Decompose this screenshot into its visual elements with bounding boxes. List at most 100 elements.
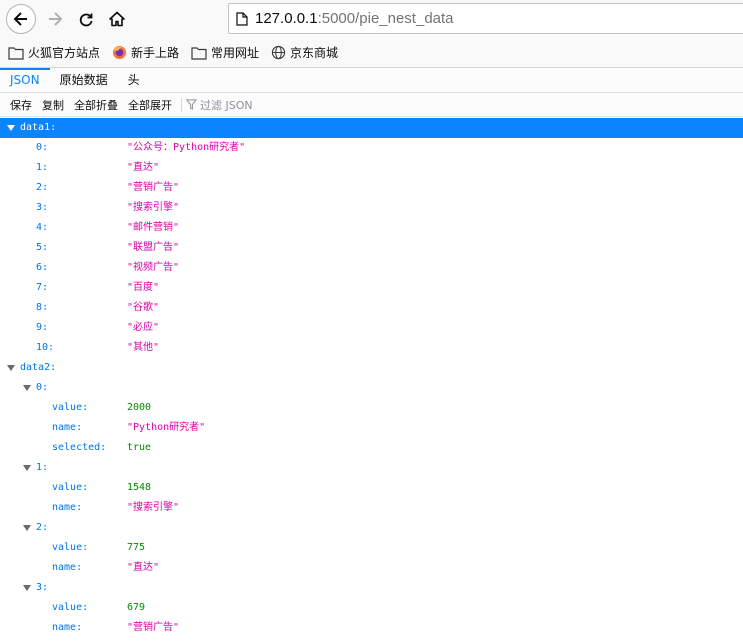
tree-row[interactable]: name: "Python研究者"	[0, 418, 743, 438]
folder-icon	[8, 46, 24, 60]
collapse-arrow-icon[interactable]	[7, 365, 15, 371]
tree-row[interactable]: name: "直达"	[0, 558, 743, 578]
tree-key: 0:	[36, 142, 49, 153]
tab-headers[interactable]: 头	[118, 68, 150, 93]
back-button[interactable]	[6, 4, 36, 34]
tree-row[interactable]: name: "营销广告"	[0, 618, 743, 638]
tree-key: 2:	[36, 182, 49, 193]
tree-row[interactable]: value: 1548	[0, 478, 743, 498]
tree-value: 1548	[127, 482, 152, 493]
tree-row[interactable]: 0:	[0, 378, 743, 398]
bookmark-label: 京东商城	[290, 46, 339, 60]
page-info-icon[interactable]	[229, 4, 255, 33]
tree-value: "必应"	[127, 322, 160, 333]
collapse-arrow-icon[interactable]	[23, 585, 31, 591]
firefox-icon	[112, 45, 127, 60]
url-path: :5000/pie_nest_data	[317, 10, 454, 27]
tree-row-data1[interactable]: data1:	[0, 118, 743, 138]
tree-row[interactable]: 4: "邮件营销"	[0, 218, 743, 238]
tree-row[interactable]: 0: "公众号：Python研究者"	[0, 138, 743, 158]
tree-key: value:	[52, 402, 89, 413]
bookmark-label: 常用网址	[211, 46, 260, 60]
tab-json[interactable]: JSON	[0, 68, 50, 93]
filter-placeholder: 过滤 JSON	[200, 98, 253, 112]
bookmark-getting-started[interactable]: 新手上路	[112, 44, 179, 61]
tree-key: 4:	[36, 222, 49, 233]
tree-row[interactable]: 5: "联盟广告"	[0, 238, 743, 258]
collapse-arrow-icon[interactable]	[23, 525, 31, 531]
home-icon	[109, 11, 125, 27]
tree-value: true	[127, 442, 152, 453]
forward-button[interactable]	[40, 4, 70, 34]
tree-row[interactable]: selected: true	[0, 438, 743, 458]
tree-value: "搜索引擎"	[127, 202, 180, 213]
tree-row[interactable]: 9: "必应"	[0, 318, 743, 338]
tree-key: 10:	[36, 342, 55, 353]
tree-value: "直达"	[127, 162, 160, 173]
tree-row[interactable]: 2:	[0, 518, 743, 538]
copy-button[interactable]: 复制	[37, 97, 69, 113]
tree-value: "邮件营销"	[127, 222, 180, 233]
tree-row[interactable]: 6: "视频广告"	[0, 258, 743, 278]
home-button[interactable]	[102, 4, 132, 34]
collapse-arrow-icon[interactable]	[7, 125, 15, 131]
collapse-all-button[interactable]: 全部折叠	[69, 97, 123, 113]
globe-icon	[271, 45, 286, 60]
tree-row[interactable]: 1:	[0, 458, 743, 478]
arrow-right-icon	[49, 12, 63, 26]
url-text[interactable]: 127.0.0.1:5000/pie_nest_data	[255, 10, 454, 27]
tree-value: "营销广告"	[127, 622, 180, 633]
tree-key: value:	[52, 542, 89, 553]
bookmark-label: 新手上路	[131, 46, 180, 60]
tree-row[interactable]: 8: "谷歌"	[0, 298, 743, 318]
tree-row[interactable]: 10: "其他"	[0, 338, 743, 358]
tree-value: 679	[127, 602, 146, 613]
tree-value: "谷歌"	[127, 302, 160, 313]
tree-value: 2000	[127, 402, 152, 413]
tree-key: 3:	[36, 202, 49, 213]
reload-button[interactable]	[71, 4, 101, 34]
tree-row[interactable]: value: 679	[0, 598, 743, 618]
tree-key: 5:	[36, 242, 49, 253]
tree-row[interactable]: 3:	[0, 578, 743, 598]
url-bar[interactable]: 127.0.0.1:5000/pie_nest_data	[228, 3, 743, 34]
tree-key: data1:	[20, 122, 57, 133]
tree-key: 1:	[36, 162, 49, 173]
bookmark-common-sites[interactable]: 常用网址	[191, 44, 259, 61]
tree-value: "公众号：Python研究者"	[127, 142, 246, 153]
tree-value: "Python研究者"	[127, 422, 206, 433]
arrow-left-icon	[13, 12, 27, 26]
tree-row[interactable]: 7: "百度"	[0, 278, 743, 298]
tree-value: "百度"	[127, 282, 160, 293]
bookmark-jd[interactable]: 京东商城	[271, 44, 338, 61]
reload-icon	[79, 13, 93, 27]
tree-row[interactable]: 2: "营销广告"	[0, 178, 743, 198]
tree-value: "其他"	[127, 342, 160, 353]
tree-row-data2[interactable]: data2:	[0, 358, 743, 378]
json-viewer-tabs: JSON 原始数据 头	[0, 68, 743, 93]
tree-key: 9:	[36, 322, 49, 333]
tab-raw-data[interactable]: 原始数据	[50, 68, 118, 93]
tree-key: value:	[52, 602, 89, 613]
tree-key: name:	[52, 422, 83, 433]
tree-key: name:	[52, 502, 83, 513]
tree-row[interactable]: 1: "直达"	[0, 158, 743, 178]
tree-key: value:	[52, 482, 89, 493]
tree-value: "营销广告"	[127, 182, 180, 193]
expand-all-button[interactable]: 全部展开	[123, 97, 177, 113]
tree-key: name:	[52, 622, 83, 633]
bookmark-firefox-official[interactable]: 火狐官方站点	[8, 44, 100, 61]
save-button[interactable]: 保存	[5, 97, 37, 113]
collapse-arrow-icon[interactable]	[23, 385, 31, 391]
tree-row[interactable]: value: 2000	[0, 398, 743, 418]
tree-row[interactable]: 3: "搜索引擎"	[0, 198, 743, 218]
tree-row[interactable]: name: "搜索引擎"	[0, 498, 743, 518]
tree-key: selected:	[52, 442, 107, 453]
filter-json-input[interactable]: 过滤 JSON	[186, 97, 253, 113]
tree-row[interactable]: value: 775	[0, 538, 743, 558]
collapse-arrow-icon[interactable]	[23, 465, 31, 471]
folder-icon	[191, 46, 207, 60]
url-host: 127.0.0.1	[255, 10, 318, 27]
tree-value: "直达"	[127, 562, 160, 573]
tree-value: "视频广告"	[127, 262, 180, 273]
